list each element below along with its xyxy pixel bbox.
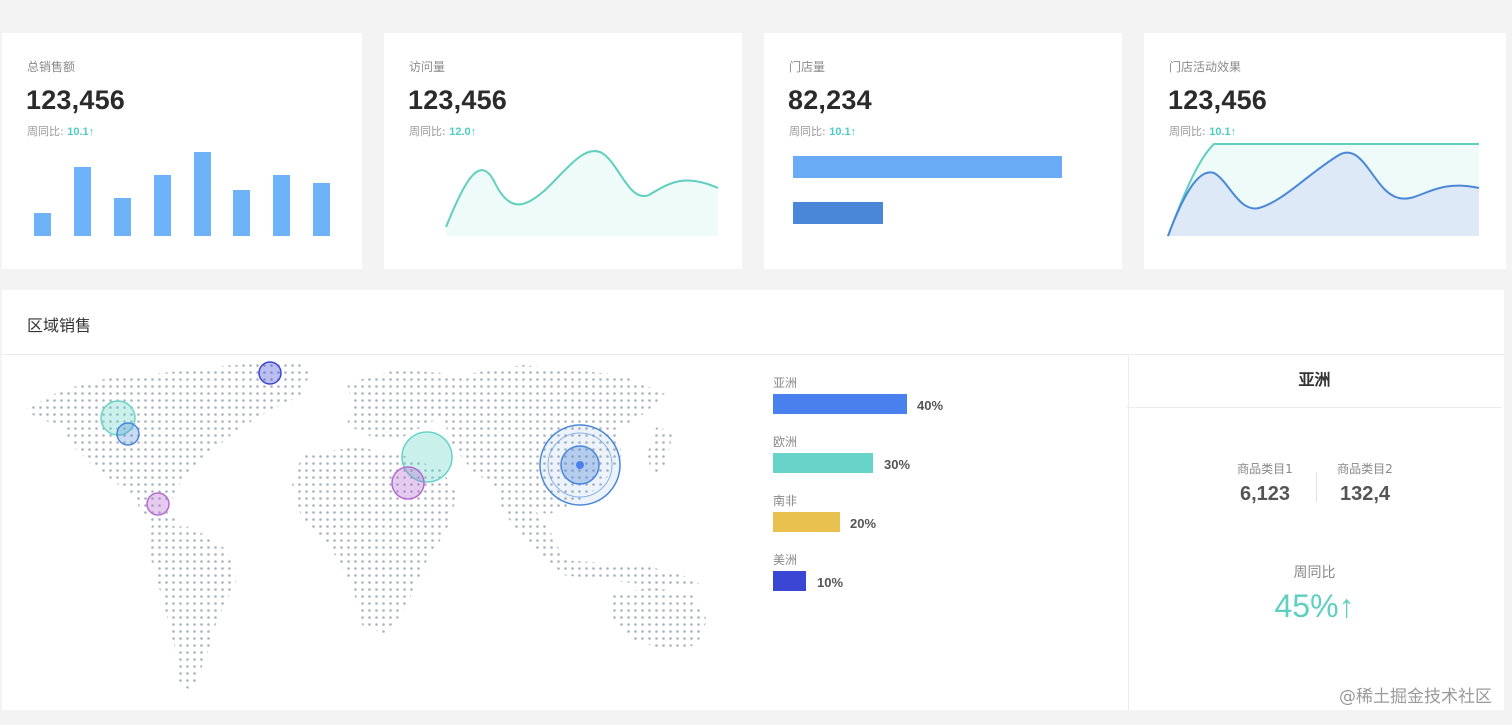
mini-hbar: [793, 156, 1062, 178]
stores-card: 门店量 82,234 周同比: 10.1↑: [764, 33, 1122, 269]
visits-area-mini-chart: [445, 150, 719, 236]
visits-area-fill: [446, 151, 718, 236]
world-dot-map[interactable]: [2, 355, 762, 710]
mini-hbar: [793, 202, 883, 224]
detail-title: 亚洲: [1298, 370, 1331, 389]
legend-item-south-africa[interactable]: 南非 20%: [773, 492, 876, 532]
mini-bar: [34, 213, 51, 236]
bubble-greenland: [258, 361, 282, 385]
mini-bar: [154, 175, 171, 236]
mini-bar: [74, 167, 91, 236]
sales-bar-mini-chart: [34, 152, 330, 236]
watermark: @稀土掘金技术社区: [1339, 687, 1492, 707]
mini-bar: [313, 183, 330, 236]
category1-stat: 商品类目1 6,123: [1237, 462, 1293, 505]
store-activity-card: 门店活动效果 123,456 周同比: 10.1↑: [1144, 33, 1506, 269]
mini-bar: [273, 175, 290, 236]
visits-card: 访问量 123,456 周同比: 12.0↑: [384, 33, 742, 269]
panel-title: 区域销售: [27, 316, 92, 335]
activity-dual-area-mini-chart: [1167, 143, 1480, 237]
legend-bar: [773, 571, 806, 591]
legend-bar: [773, 512, 840, 532]
divider: [1127, 407, 1502, 408]
bubble-middle-east: [391, 466, 425, 500]
category2-stat: 商品类目2 132,4: [1337, 462, 1393, 505]
legend-item-america[interactable]: 美洲 10%: [773, 551, 843, 591]
bubble-central-america: [146, 492, 170, 516]
bubble-north-america-small: [116, 422, 140, 446]
bubble-asia-center: [576, 461, 584, 469]
legend-bar: [773, 453, 873, 473]
mini-bar: [233, 190, 250, 236]
stores-hbar-mini-chart: [793, 156, 1062, 224]
mini-bar: [194, 152, 211, 236]
legend-item-europe[interactable]: 欧洲 30%: [773, 433, 910, 473]
divider: [1316, 472, 1317, 502]
week-over-week-value: 45%↑: [1274, 588, 1355, 624]
legend-item-asia[interactable]: 亚洲 40%: [773, 374, 943, 414]
mini-bar: [114, 198, 131, 236]
week-over-week-label: 周同比: [1293, 565, 1336, 581]
legend-bar: [773, 394, 907, 414]
total-sales-card: 总销售额 123,456 周同比: 10.1↑: [2, 33, 362, 269]
